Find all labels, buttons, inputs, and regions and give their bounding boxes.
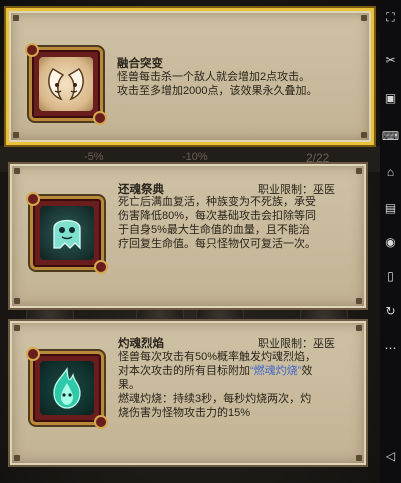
skill-card[interactable]: 职业限制：巫医 灼魂烈焰 怪兽每次攻击有50%概率触发灼魂烈焰， 对本次攻击的所… [8, 319, 368, 467]
location-icon[interactable]: ◉ [383, 234, 398, 249]
class-restriction: 职业限制：巫医 [258, 338, 335, 350]
skill-card[interactable]: 职业限制：巫医 还魂祭典 死亡后满血复活，种族变为不死族，承受 伤害降低80%，… [8, 162, 368, 310]
rotate-icon[interactable]: ↻ [383, 303, 398, 318]
phone-icon[interactable]: ▯ [383, 268, 398, 283]
keyboard-icon[interactable]: ⌨ [382, 128, 399, 143]
layers-icon[interactable]: ▤ [383, 200, 398, 215]
skill-desc-line: 于自身5%最大生命值的血量，且不能治 [118, 224, 310, 236]
skill-desc-line: 对本次攻击的所有目标附加“燃魂灼烧”效 [118, 364, 312, 378]
ghost-icon [26, 192, 108, 274]
skill-desc-line: 死亡后满血复活，种族变为不死族，承受 [118, 196, 316, 208]
screenshot-icon[interactable]: ⛶ [383, 10, 398, 25]
scissors-icon[interactable]: ✂ [383, 52, 398, 67]
skill-title: 融合突变 [117, 58, 163, 70]
skill-desc-line: 疗回复生命值。每只怪物仅可复活一次。 [118, 238, 316, 250]
skill-desc-line: 怪兽每击杀一个敌人就会增加2点攻击。 [117, 71, 311, 83]
skill-desc-line: 燃魂灼烧：持续3秒，每秒灼烧两次，灼 [118, 393, 312, 405]
skill-desc-text: 效 [301, 365, 313, 377]
skill-desc-line: 烧伤害为怪物攻击力的15% [118, 407, 251, 419]
skill-desc-line: 攻击至多增加2000点，该效果永久叠加。 [117, 85, 318, 97]
skill-desc-line: 果。 [118, 379, 140, 391]
skill-title: 灼魂烈焰 [118, 338, 164, 350]
skill-desc-text: 对本次攻击的所有目标附加 [118, 365, 250, 377]
tag-icon[interactable]: ⌂ [383, 164, 398, 179]
twin-spirits-icon [25, 43, 107, 125]
skill-desc-line: 伤害降低80%，每次基础攻击会扣除等同 [118, 210, 317, 222]
record-icon[interactable]: ▣ [383, 90, 398, 105]
skill-card-selected[interactable]: 融合突变 怪兽每击杀一个敌人就会增加2点攻击。 攻击至多增加2000点，该效果永… [6, 8, 374, 145]
more-icon[interactable]: ⋯ [383, 340, 398, 355]
side-toolbar: ⛶ ✂ ▣ ⌨ ⌂ ▤ ◉ ▯ ↻ ⋯ ◁ [380, 0, 401, 483]
soul-flame-icon [26, 347, 108, 429]
back-icon[interactable]: ◁ [383, 448, 398, 463]
effect-keyword-link[interactable]: “燃魂灼烧” [250, 365, 301, 377]
skill-desc-line: 怪兽每次攻击有50%概率触发灼魂烈焰， [118, 351, 317, 363]
